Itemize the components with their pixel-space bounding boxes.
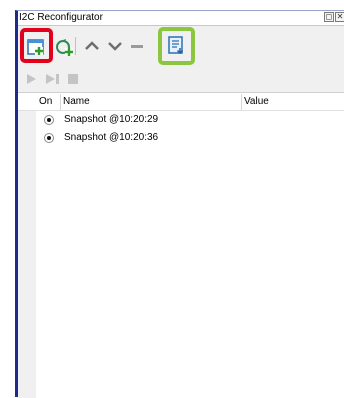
play-icon[interactable] [25, 73, 37, 85]
highlight-box-green [158, 27, 195, 65]
column-header-on[interactable]: On [39, 96, 52, 108]
snapshot-name: Snapshot @10:20:29 [64, 114, 159, 125]
restore-icon[interactable]: ◻ [324, 12, 334, 22]
move-down-icon[interactable] [107, 39, 123, 53]
title-bar: I2C Reconfigurator ◻ ✕ [18, 11, 344, 26]
move-up-icon[interactable] [84, 39, 100, 53]
play-next-icon[interactable] [45, 73, 61, 85]
table-row[interactable]: Snapshot @10:20:29 [36, 111, 344, 129]
table-header: On Name Value [18, 94, 344, 111]
refresh-add-icon[interactable] [54, 37, 74, 57]
highlight-box-red [20, 28, 53, 63]
table-row[interactable]: Snapshot @10:20:36 [36, 129, 344, 147]
window-title: I2C Reconfigurator [19, 12, 103, 23]
column-header-name[interactable]: Name [63, 96, 90, 108]
close-icon[interactable]: ✕ [335, 12, 344, 22]
stop-icon[interactable] [67, 73, 79, 85]
reconfigurator-panel: I2C Reconfigurator ◻ ✕ On Name Value Sna… [15, 10, 344, 398]
snapshot-on-radio[interactable] [44, 115, 54, 125]
playback-toolbar [18, 66, 344, 93]
remove-icon[interactable] [130, 40, 144, 52]
snapshot-name: Snapshot @10:20:36 [64, 132, 159, 143]
column-header-value[interactable]: Value [244, 96, 269, 108]
snapshot-on-radio[interactable] [44, 133, 54, 143]
toolbar-separator [75, 37, 76, 55]
row-header-column [18, 94, 36, 398]
